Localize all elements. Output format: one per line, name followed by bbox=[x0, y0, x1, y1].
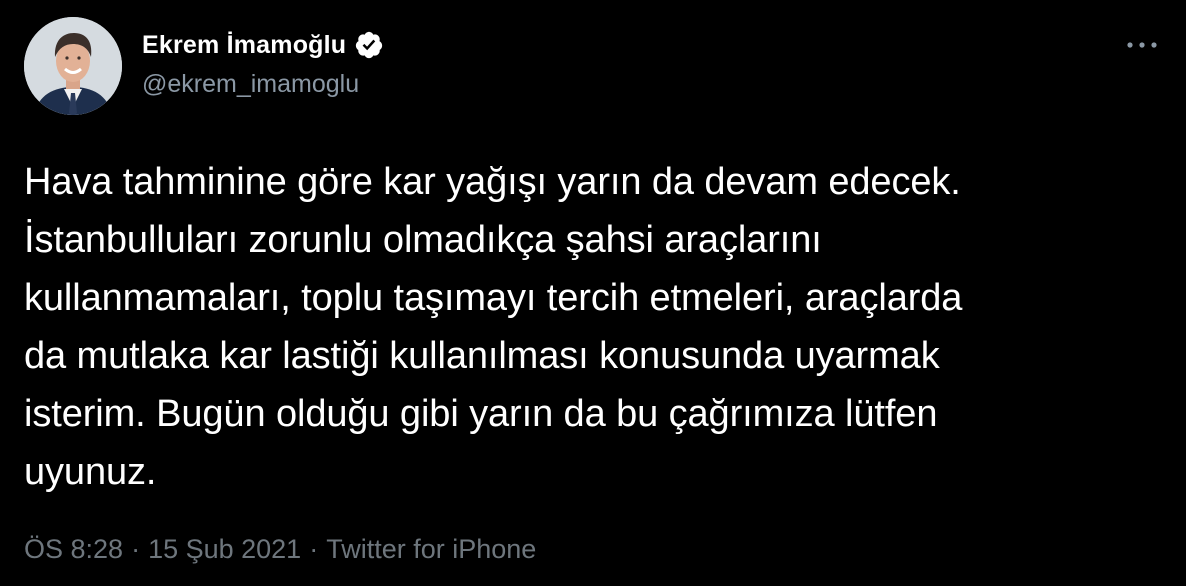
author-name-row[interactable]: Ekrem İmamoğlu bbox=[142, 28, 384, 62]
tweet-date[interactable]: 15 Şub 2021 bbox=[148, 534, 301, 564]
tweet-text: Hava tahminine göre kar yağışı yarın da … bbox=[24, 161, 963, 493]
tweet-time[interactable]: ÖS 8:28 bbox=[24, 534, 123, 564]
author-handle[interactable]: @ekrem_imamoglu bbox=[142, 70, 359, 99]
meta-separator: · bbox=[309, 534, 319, 564]
tweet-source[interactable]: Twitter for iPhone bbox=[326, 534, 536, 564]
tweet-card: Ekrem İmamoğlu @ekrem_imamoglu Hava tahm… bbox=[0, 0, 1186, 586]
avatar[interactable] bbox=[24, 17, 122, 115]
more-horizontal-icon[interactable] bbox=[1122, 30, 1162, 60]
display-name[interactable]: Ekrem İmamoğlu bbox=[142, 31, 346, 60]
meta-separator: · bbox=[131, 534, 141, 564]
tweet-meta: ÖS 8:28 · 15 Şub 2021 · Twitter for iPhone bbox=[24, 534, 536, 565]
verified-badge-icon bbox=[356, 31, 383, 59]
avatar-photo-icon bbox=[24, 17, 122, 115]
